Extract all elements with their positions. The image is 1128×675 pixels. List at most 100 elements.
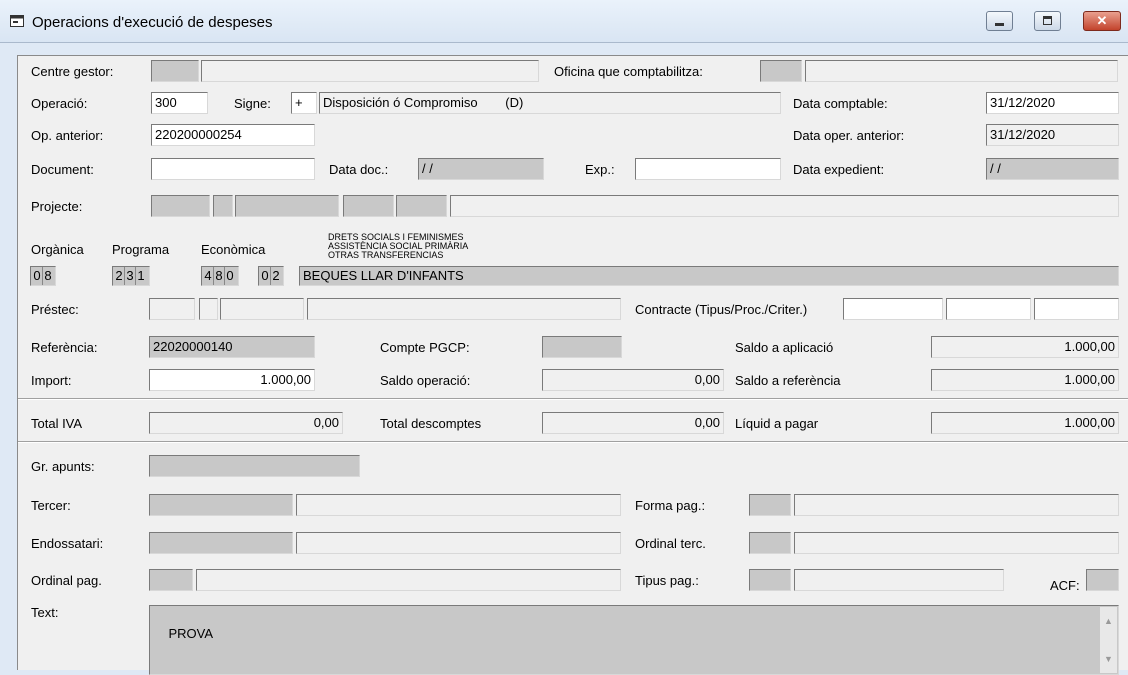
partida-desc: BEQUES LLAR D'INFANTS [299,266,1119,286]
centre-gestor-desc [201,60,539,82]
scroll-up-icon[interactable]: ▲ [1100,613,1117,629]
referencia-field: 22020000140 [149,336,315,358]
ordinal-pag-label: Ordinal pag. [31,573,102,588]
gr-apunts-field[interactable] [149,455,360,477]
programa-digit: 1 [137,268,145,283]
apunts-separator-highlight [18,442,1128,443]
operacio-code: (D) [505,95,524,110]
exp-field[interactable] [635,158,781,180]
tercer-label: Tercer: [31,498,71,513]
projecte-field-2[interactable] [213,195,233,217]
tipus-pag-code[interactable] [749,569,791,591]
prestec-desc [307,298,621,320]
contracte-criter-field[interactable] [1034,298,1119,320]
data-doc-label: Data doc.: [329,162,389,177]
maximize-icon [1043,16,1052,25]
prestec-label: Préstec: [31,302,79,317]
tercer-code[interactable] [149,494,293,516]
text-label: Text: [31,605,59,620]
minimize-button[interactable] [986,11,1013,31]
total-iva-field: 0,00 [149,412,343,434]
projecte-field-5[interactable] [396,195,447,217]
contracte-label: Contracte (Tipus/Proc./Criter.) [635,302,808,317]
operacio-field[interactable]: 300 [151,92,208,114]
acf-label: ACF: [1050,578,1080,593]
tipus-pag-desc [794,569,1004,591]
saldo-referencia-label: Saldo a referència [735,373,841,388]
saldo-referencia-field: 1.000,00 [931,369,1119,391]
projecte-label: Projecte: [31,199,83,214]
programa-label: Programa [112,242,170,257]
liquid-pagar-field: 1.000,00 [931,412,1119,434]
signe-label: Signe: [234,96,271,111]
ordinal-terc-code[interactable] [749,532,791,554]
endossatari-label: Endossatari: [31,536,104,551]
projecte-field-3[interactable] [235,195,339,217]
operacio-label: Operació: [31,96,88,111]
centre-gestor-code[interactable] [151,60,199,82]
centre-gestor-label: Centre gestor: [31,64,114,79]
endossatari-code[interactable] [149,532,293,554]
forma-pag-code[interactable] [749,494,791,516]
programa-digit: 2 [114,267,125,285]
title-bar: Operacions d'execució de despeses ✕ [0,0,1128,43]
tercer-desc [296,494,621,516]
projecte-desc [450,195,1119,217]
tipus-pag-label: Tipus pag.: [635,573,699,588]
text-area[interactable]: PROVA ▲ ▼ [149,605,1119,675]
liquid-pagar-label: Líquid a pagar [735,416,819,431]
acf-field[interactable] [1086,569,1119,591]
economica-field-1[interactable]: 480 [201,266,239,286]
oficina-desc [805,60,1118,82]
economica-digit: 8 [214,267,225,285]
endossatari-desc [296,532,621,554]
organica-field[interactable]: 08 [30,266,56,286]
economica-digit: 4 [203,267,214,285]
data-oper-anterior-field: 31/12/2020 [986,124,1119,146]
maximize-button[interactable] [1034,11,1061,31]
scroll-down-icon[interactable]: ▼ [1100,651,1117,667]
close-button[interactable]: ✕ [1083,11,1121,31]
minimize-icon [995,23,1004,26]
op-anterior-label: Op. anterior: [31,128,104,143]
operacio-desc: Disposición ó Compromiso (D) [319,92,781,114]
signe-field[interactable]: + [291,92,317,114]
oficina-label: Oficina que comptabilitza: [554,64,703,79]
operacio-desc-text: Disposición ó Compromiso [323,95,478,110]
op-anterior-field[interactable]: 220200000254 [151,124,315,146]
ordinal-terc-desc [794,532,1119,554]
data-expedient-field: / / [986,158,1119,180]
text-scrollbar[interactable]: ▲ ▼ [1100,607,1117,673]
data-doc-field[interactable]: / / [418,158,544,180]
prestec-field-3[interactable] [220,298,304,320]
projecte-field-1[interactable] [151,195,210,217]
saldo-aplicacio-label: Saldo a aplicació [735,340,834,355]
window-title: Operacions d'execució de despeses [32,14,273,31]
total-descomptes-field: 0,00 [542,412,724,434]
saldo-aplicacio-field: 1.000,00 [931,336,1119,358]
data-comptable-field[interactable]: 31/12/2020 [986,92,1119,114]
data-comptable-label: Data comptable: [793,96,888,111]
prestec-field-2[interactable] [199,298,218,320]
document-label: Document: [31,162,94,177]
economica-digit: 0 [260,267,271,285]
economica-field-2[interactable]: 02 [258,266,284,286]
total-descomptes-label: Total descomptes [380,416,482,431]
prestec-field-1[interactable] [149,298,195,320]
data-oper-anterior-label: Data oper. anterior: [793,128,905,143]
contracte-tipus-field[interactable] [843,298,943,320]
contracte-proc-field[interactable] [946,298,1031,320]
ordinal-terc-label: Ordinal terc. [635,536,706,551]
saldo-operacio-field: 0,00 [542,369,724,391]
projecte-field-4[interactable] [343,195,394,217]
oficina-code[interactable] [760,60,802,82]
document-field[interactable] [151,158,315,180]
organica-label: Orgànica [31,242,84,257]
economica-desc: OTRAS TRANSFERENCIAS [328,250,444,260]
ordinal-pag-code[interactable] [149,569,193,591]
forma-pag-label: Forma pag.: [635,498,706,513]
compte-pgcp-label: Compte PGCP: [380,340,470,355]
programa-field[interactable]: 231 [112,266,150,286]
gr-apunts-label: Gr. apunts: [31,459,95,474]
import-field[interactable]: 1.000,00 [149,369,315,391]
